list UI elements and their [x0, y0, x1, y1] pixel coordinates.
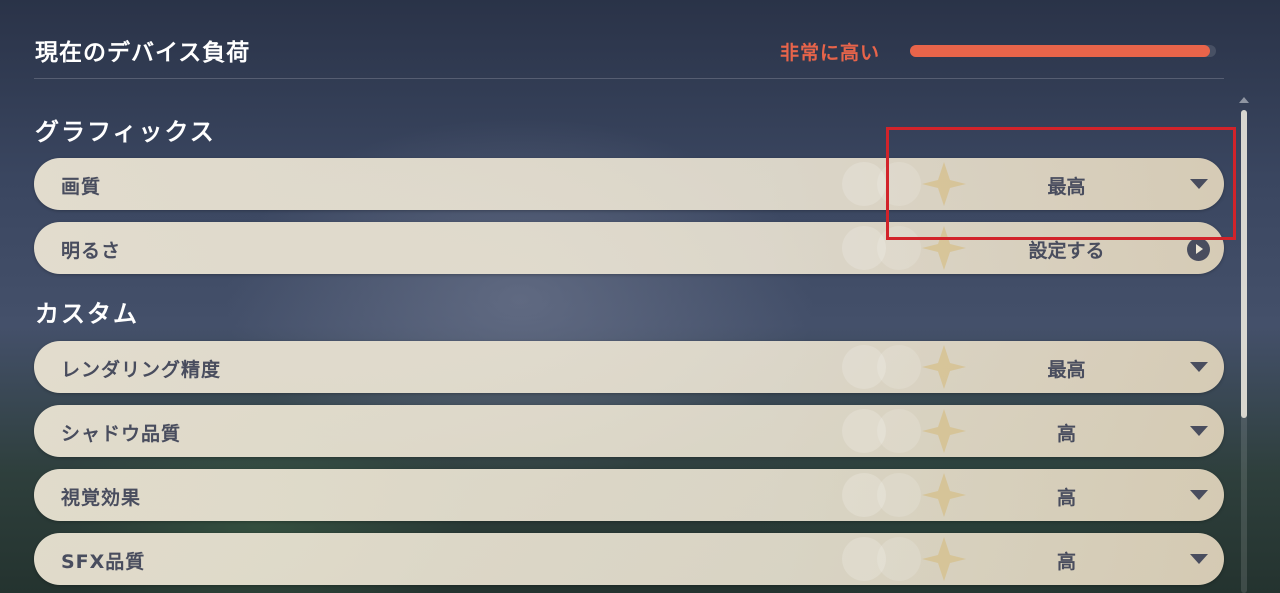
setting-value-brightness: 設定する — [1028, 240, 1105, 262]
scrollbar-thumb[interactable] — [1241, 110, 1247, 418]
device-load-title: 現在のデバイス負荷 — [35, 40, 251, 66]
setting-row-sfx-quality[interactable]: SFX品質 高 — [34, 533, 1224, 585]
setting-label-shadow-quality: シャドウ品質 — [61, 423, 182, 445]
setting-label-sfx-quality: SFX品質 — [61, 551, 146, 573]
chevron-down-icon[interactable] — [1190, 490, 1208, 500]
setting-row-shadow-quality[interactable]: シャドウ品質 高 — [34, 405, 1224, 457]
chevron-down-icon[interactable] — [1190, 426, 1208, 436]
device-load-bar-fill — [910, 45, 1210, 57]
setting-label-quality: 画質 — [61, 176, 102, 198]
scroll-up-icon[interactable] — [1239, 97, 1249, 103]
scrollbar[interactable] — [1241, 110, 1247, 593]
chevron-down-icon[interactable] — [1190, 362, 1208, 372]
setting-row-render-resolution[interactable]: レンダリング精度 最高 — [34, 341, 1224, 393]
chevron-down-icon[interactable] — [1190, 554, 1208, 564]
section-title-custom: カスタム — [35, 300, 139, 328]
setting-label-visual-effects: 視覚効果 — [61, 487, 142, 509]
setting-value-render-resolution: 最高 — [1047, 359, 1086, 381]
setting-label-render-resolution: レンダリング精度 — [61, 359, 222, 381]
setting-value-shadow-quality: 高 — [1056, 423, 1076, 445]
device-load-header: 現在のデバイス負荷 非常に高い — [0, 0, 1280, 80]
header-divider — [34, 78, 1224, 79]
setting-value-visual-effects: 高 — [1056, 487, 1076, 509]
setting-value-sfx-quality: 高 — [1056, 551, 1076, 573]
highlight-box — [886, 127, 1236, 240]
arrow-right-circle-icon[interactable] — [1187, 238, 1210, 261]
setting-label-brightness: 明るさ — [61, 240, 122, 262]
device-load-status: 非常に高い — [780, 42, 881, 64]
setting-row-visual-effects[interactable]: 視覚効果 高 — [34, 469, 1224, 521]
device-load-bar — [910, 45, 1216, 57]
section-title-graphics: グラフィックス — [35, 118, 216, 146]
